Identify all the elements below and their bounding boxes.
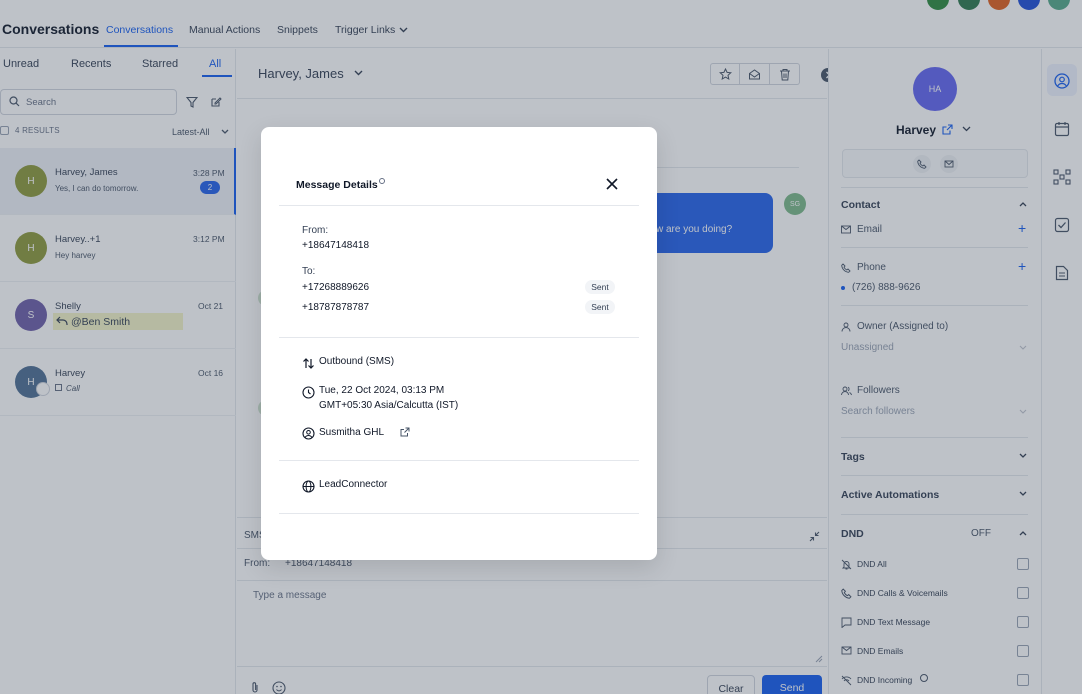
modal-divider — [279, 460, 639, 461]
message-timezone: GMT+05:30 Asia/Calcutta (IST) — [319, 400, 459, 411]
provider-name: LeadConnector — [319, 479, 388, 490]
modal-divider — [279, 513, 639, 514]
direction-text: Outbound (SMS) — [319, 356, 395, 367]
sender-name: Susmitha GHL — [319, 427, 385, 438]
external-link-icon[interactable] — [400, 427, 410, 437]
modal-divider — [279, 337, 639, 338]
status-badge: Sent — [585, 300, 615, 314]
modal-divider — [279, 205, 639, 206]
info-icon[interactable] — [379, 178, 385, 184]
recipient-number: +17268889626 — [302, 282, 370, 293]
to-label: To: — [302, 266, 316, 277]
from-label: From: — [302, 225, 329, 236]
status-badge: Sent — [585, 280, 615, 294]
user-circle-icon — [302, 427, 315, 440]
from-number: +18647148418 — [302, 240, 370, 251]
message-details-modal: Message Details From: +18647148418 To: +… — [261, 127, 657, 560]
globe-icon — [302, 480, 315, 493]
message-datetime: Tue, 22 Oct 2024, 03:13 PM — [319, 385, 445, 396]
outbound-arrows-icon — [303, 358, 314, 369]
recipient-number: +18787878787 — [302, 302, 370, 313]
close-icon[interactable] — [605, 177, 619, 191]
modal-title: Message Details — [296, 179, 378, 191]
clock-icon — [302, 386, 315, 399]
